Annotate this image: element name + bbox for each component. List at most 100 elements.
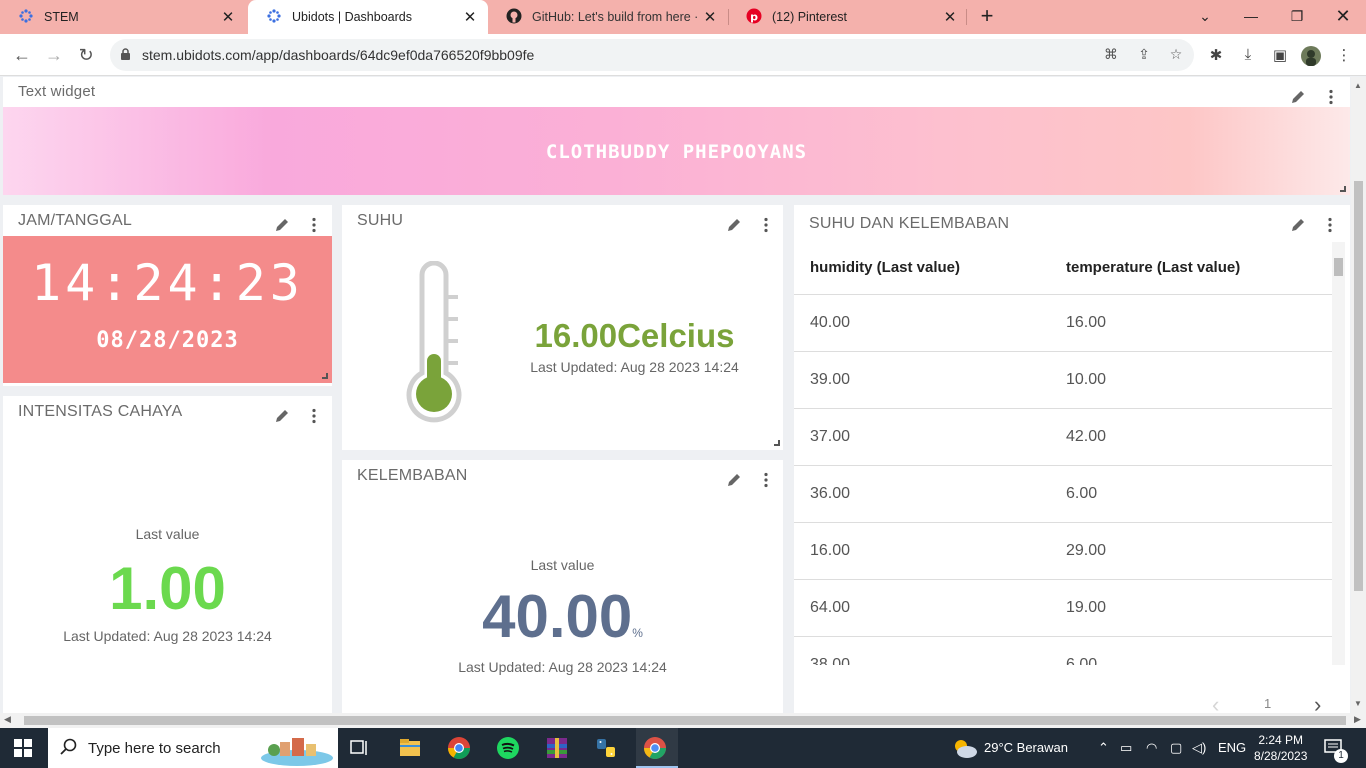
address-bar[interactable]: stem.ubidots.com/app/dashboards/64dc9ef0… — [110, 39, 1194, 71]
side-panel-icon[interactable]: ▣ — [1270, 46, 1290, 66]
back-icon[interactable]: ← — [10, 43, 34, 67]
scroll-right-icon[interactable]: ▶ — [1354, 714, 1361, 725]
last-updated-text: Last Updated: Aug 28 2023 14:24 — [63, 628, 272, 644]
extensions-icon[interactable]: ✱ — [1206, 46, 1226, 66]
widget-title: INTENSITAS CAHAYA — [18, 403, 183, 420]
scroll-up-icon[interactable]: ▲ — [1354, 81, 1362, 90]
more-options-icon[interactable] — [763, 472, 769, 488]
table-cell: 6.00 — [1050, 465, 1332, 523]
weather-cloud-icon[interactable] — [952, 737, 978, 764]
tab-stem[interactable]: STEM ✕ — [0, 0, 246, 34]
page-scrollbar-thumb[interactable] — [1354, 181, 1363, 591]
more-options-icon[interactable] — [311, 217, 317, 233]
file-explorer-icon[interactable] — [398, 736, 422, 760]
ubidots-favicon-icon — [266, 8, 282, 27]
table-scroll-area[interactable]: humidity (Last value) temperature (Last … — [794, 242, 1332, 665]
show-hidden-icons-icon[interactable]: ⌃ — [1098, 740, 1109, 756]
clock-time: 14:24:23 — [31, 254, 304, 312]
edit-pencil-icon[interactable] — [726, 217, 742, 233]
taskbar-search-box[interactable]: Type here to search — [48, 728, 338, 768]
search-placeholder: Type here to search — [88, 740, 221, 757]
table-scrollbar[interactable] — [1332, 242, 1345, 665]
table-row: 64.00 19.00 — [794, 579, 1332, 637]
table-cell: 37.00 — [794, 408, 1050, 466]
reload-icon[interactable]: ↻ — [74, 43, 98, 67]
page-horizontal-scrollbar[interactable]: ◀ ▶ — [0, 713, 1366, 728]
url-text[interactable]: stem.ubidots.com/app/dashboards/64dc9ef0… — [142, 47, 534, 63]
tab-github[interactable]: GitHub: Let's build from here · GitHub ✕ — [488, 0, 728, 34]
restore-icon[interactable]: ❐ — [1274, 0, 1320, 32]
edit-pencil-icon[interactable] — [726, 472, 742, 488]
edit-pencil-icon[interactable] — [1290, 89, 1306, 105]
tab-title: GitHub: Let's build from here · GitHub — [532, 10, 702, 24]
resize-handle[interactable] — [1340, 186, 1346, 192]
language-indicator[interactable]: ENG — [1218, 740, 1246, 755]
table-cell: 36.00 — [794, 465, 1050, 523]
table-cell: 16.00 — [794, 522, 1050, 580]
more-options-icon[interactable] — [763, 217, 769, 233]
meet-icon[interactable]: ▢ — [1170, 740, 1182, 756]
windows-start-icon[interactable] — [14, 739, 32, 762]
tab-pinterest[interactable]: p (12) Pinterest ✕ — [728, 0, 968, 34]
tab-title: Ubidots | Dashboards — [292, 10, 412, 24]
light-intensity-widget: INTENSITAS CAHAYA Last value 1.00 Last U… — [3, 396, 332, 713]
page-hscrollbar-thumb[interactable] — [24, 716, 1346, 725]
forward-icon[interactable]: → — [42, 43, 66, 67]
next-page-icon[interactable]: › — [1314, 692, 1321, 713]
column-header-humidity[interactable]: humidity (Last value) — [794, 242, 1050, 295]
lock-icon[interactable] — [120, 48, 131, 66]
close-window-icon[interactable]: ✕ — [1320, 0, 1366, 32]
volume-icon[interactable]: ◁) — [1192, 740, 1206, 756]
more-options-icon[interactable] — [311, 408, 317, 424]
system-clock[interactable]: 2:24 PM 8/28/2023 — [1254, 732, 1307, 764]
banner-text: CLOTHBUDDY PHEPOOYANS — [545, 141, 808, 163]
more-options-icon[interactable] — [1328, 89, 1334, 105]
last-value-label: Last value — [135, 526, 200, 542]
winrar-icon[interactable] — [545, 736, 569, 760]
scroll-down-icon[interactable]: ▼ — [1354, 699, 1362, 708]
humidity-value: 40.00 — [482, 583, 633, 650]
tab-title: (12) Pinterest — [772, 10, 848, 24]
more-options-icon[interactable] — [1327, 217, 1333, 233]
chrome-icon[interactable] — [447, 736, 471, 760]
svg-text:p: p — [750, 10, 758, 23]
bookmark-star-icon[interactable]: ☆ — [1167, 46, 1185, 64]
close-tab-icon[interactable]: ✕ — [702, 8, 718, 26]
humidity-widget: KELEMBABAN Last value 40.00% Last Update… — [342, 460, 783, 713]
download-icon[interactable]: ⤓ — [1238, 46, 1258, 66]
table-scrollbar-thumb[interactable] — [1334, 258, 1343, 276]
weather-text[interactable]: 29°C Berawan — [984, 740, 1068, 755]
task-view-icon[interactable] — [348, 736, 372, 760]
python-app-icon[interactable] — [594, 736, 618, 760]
tab-separator — [966, 9, 967, 25]
new-tab-icon[interactable]: + — [976, 5, 998, 29]
close-tab-icon[interactable]: ✕ — [220, 8, 236, 26]
tab-title: STEM — [44, 10, 79, 24]
wifi-icon[interactable]: ◠ — [1146, 740, 1157, 756]
prev-page-icon[interactable]: ‹ — [1212, 692, 1219, 713]
edit-pencil-icon[interactable] — [274, 217, 290, 233]
page-vertical-scrollbar[interactable]: ▲ ▼ — [1351, 77, 1366, 713]
spotify-icon[interactable] — [496, 736, 520, 760]
battery-icon[interactable]: ▭ — [1120, 740, 1132, 756]
system-time: 2:24 PM — [1258, 733, 1304, 747]
browser-menu-icon[interactable]: ⋮ — [1334, 46, 1354, 66]
profile-avatar-icon[interactable] — [1301, 46, 1321, 66]
tab-ubidots[interactable]: Ubidots | Dashboards ✕ — [248, 0, 488, 34]
translate-icon[interactable]: ⌘ — [1102, 46, 1120, 64]
resize-handle[interactable] — [774, 440, 780, 446]
humidity-reading: 40.00% — [342, 582, 783, 651]
table-cell: 29.00 — [1050, 522, 1332, 580]
column-header-temperature[interactable]: temperature (Last value) — [1050, 242, 1332, 295]
minimize-icon[interactable]: — — [1228, 0, 1274, 32]
table-cell: 6.00 — [1050, 636, 1332, 665]
edit-pencil-icon[interactable] — [1290, 217, 1306, 233]
edit-pencil-icon[interactable] — [274, 408, 290, 424]
close-tab-icon[interactable]: ✕ — [942, 8, 958, 26]
tab-search-chevron-icon[interactable]: ⌄ — [1182, 0, 1228, 32]
share-icon[interactable]: ⇪ — [1135, 46, 1153, 64]
close-tab-icon[interactable]: ✕ — [462, 8, 478, 26]
resize-handle[interactable] — [322, 373, 328, 379]
scroll-left-icon[interactable]: ◀ — [4, 714, 11, 725]
light-value: 1.00 — [109, 555, 226, 622]
